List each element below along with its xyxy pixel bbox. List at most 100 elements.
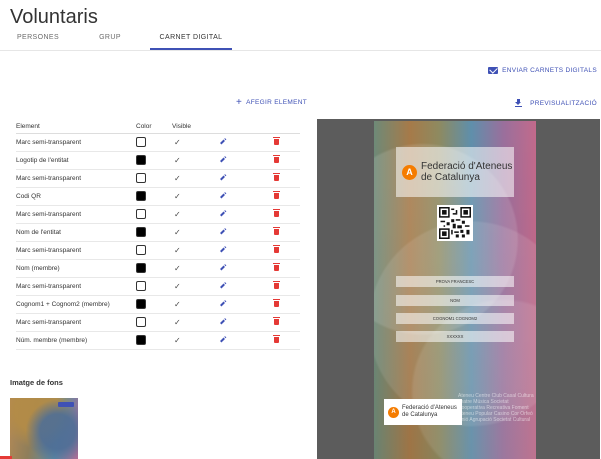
color-swatch[interactable] — [136, 317, 146, 327]
check-icon[interactable]: ✓ — [172, 318, 181, 327]
pencil-icon[interactable] — [220, 247, 225, 252]
pencil-icon[interactable] — [220, 301, 225, 306]
color-cell — [136, 223, 172, 242]
tab-bar: PERSONES GRUP CARNET DIGITAL — [6, 30, 232, 50]
card-field-num-membre: XXXXXX — [396, 331, 514, 342]
check-icon[interactable]: ✓ — [172, 192, 181, 201]
color-cell — [136, 169, 172, 188]
delete-cell — [273, 223, 300, 242]
visible-cell: ✓ — [172, 205, 220, 224]
send-digital-cards-label: ENVIAR CARNETS DIGITALS — [502, 67, 597, 74]
thumbnail-action-bar[interactable] — [58, 402, 74, 407]
color-swatch[interactable] — [136, 191, 146, 201]
check-icon[interactable]: ✓ — [172, 156, 181, 165]
color-cell — [136, 151, 172, 170]
color-swatch[interactable] — [136, 335, 146, 345]
edit-cell — [220, 205, 274, 224]
element-name: Cognom1 + Cognom2 (membre) — [16, 295, 136, 314]
trash-icon[interactable] — [273, 245, 280, 253]
delete-cell — [273, 295, 300, 314]
color-swatch[interactable] — [136, 137, 146, 147]
pencil-icon[interactable] — [220, 337, 225, 342]
trash-icon[interactable] — [273, 191, 280, 199]
table-row: Cognom1 + Cognom2 (membre) ✓ — [16, 295, 300, 314]
table-row: Marc semi-transparent ✓ — [16, 313, 300, 332]
trash-icon[interactable] — [273, 335, 280, 343]
edit-cell — [220, 295, 274, 314]
pencil-icon[interactable] — [220, 283, 225, 288]
tab-carnet-digital[interactable]: CARNET DIGITAL — [150, 30, 232, 50]
check-icon[interactable]: ✓ — [172, 282, 181, 291]
color-swatch[interactable] — [136, 209, 146, 219]
trash-icon[interactable] — [273, 299, 280, 307]
table-row: Logotip de l'entitat ✓ — [16, 151, 300, 170]
color-swatch[interactable] — [136, 173, 146, 183]
element-name: Nom de l'entitat — [16, 223, 136, 242]
trash-icon[interactable] — [273, 173, 280, 181]
tab-persones[interactable]: PERSONES — [6, 30, 70, 50]
color-swatch[interactable] — [136, 281, 146, 291]
pencil-icon[interactable] — [220, 229, 225, 234]
preview-button[interactable]: PREVISUALITZACIÓ — [515, 99, 597, 107]
check-icon[interactable]: ✓ — [172, 210, 181, 219]
trash-icon[interactable] — [273, 227, 280, 235]
edit-cell — [220, 259, 274, 278]
edit-cell — [220, 313, 274, 332]
element-name: Marc semi-transparent — [16, 205, 136, 224]
check-icon[interactable]: ✓ — [172, 174, 181, 183]
color-cell — [136, 205, 172, 224]
table-row: Núm. membre (membre) ✓ — [16, 331, 300, 350]
color-cell — [136, 313, 172, 332]
color-swatch[interactable] — [136, 245, 146, 255]
pencil-icon[interactable] — [220, 193, 225, 198]
bottom-org-logo-frame: A Federació d'Ateneus de Catalunya — [384, 399, 462, 425]
trash-icon[interactable] — [273, 263, 280, 271]
page-title: Voluntaris — [10, 6, 98, 28]
delete-cell — [273, 331, 300, 350]
card-field-cognoms: COGNOM1 COGNOM2 — [396, 313, 514, 324]
download-icon — [515, 99, 523, 107]
element-name: Marc semi-transparent — [16, 313, 136, 332]
tab-grup[interactable]: GRUP — [70, 30, 150, 50]
color-swatch[interactable] — [136, 227, 146, 237]
check-icon[interactable]: ✓ — [172, 336, 181, 345]
pencil-icon[interactable] — [220, 265, 225, 270]
visible-cell: ✓ — [172, 259, 220, 278]
pencil-icon[interactable] — [220, 157, 225, 162]
check-icon[interactable]: ✓ — [172, 246, 181, 255]
trash-icon[interactable] — [273, 155, 280, 163]
pencil-icon[interactable] — [220, 211, 225, 216]
check-icon[interactable]: ✓ — [172, 228, 181, 237]
pencil-icon[interactable] — [220, 139, 225, 144]
trash-icon[interactable] — [273, 281, 280, 289]
check-icon[interactable]: ✓ — [172, 264, 181, 273]
add-element-button[interactable]: + AFEGIR ELEMENT — [236, 98, 307, 108]
background-image-thumbnail[interactable] — [10, 398, 78, 459]
table-header-row: Element Color Visible — [16, 120, 300, 134]
card-preview-frame: A Federació d'Ateneus de Catalunya PROVA… — [317, 119, 600, 459]
edit-cell — [220, 169, 274, 188]
check-icon[interactable]: ✓ — [172, 138, 181, 147]
delete-cell — [273, 151, 300, 170]
check-icon[interactable]: ✓ — [172, 300, 181, 309]
org-logo-frame: A Federació d'Ateneus de Catalunya — [396, 147, 514, 197]
card-field-nom: NOM — [396, 295, 514, 306]
color-swatch[interactable] — [136, 299, 146, 309]
header-visible: Visible — [172, 120, 220, 134]
edit-cell — [220, 133, 274, 152]
pencil-icon[interactable] — [220, 319, 225, 324]
element-name: Marc semi-transparent — [16, 169, 136, 188]
color-swatch[interactable] — [136, 263, 146, 273]
trash-icon[interactable] — [273, 209, 280, 217]
edit-cell — [220, 331, 274, 350]
color-cell — [136, 259, 172, 278]
send-digital-cards-button[interactable]: ENVIAR CARNETS DIGITALS — [488, 67, 597, 74]
trash-icon[interactable] — [273, 317, 280, 325]
trash-icon[interactable] — [273, 137, 280, 145]
pencil-icon[interactable] — [220, 175, 225, 180]
edit-cell — [220, 241, 274, 260]
edit-cell — [220, 187, 274, 206]
header-edit — [220, 120, 274, 134]
color-swatch[interactable] — [136, 155, 146, 165]
header-color: Color — [136, 120, 172, 134]
